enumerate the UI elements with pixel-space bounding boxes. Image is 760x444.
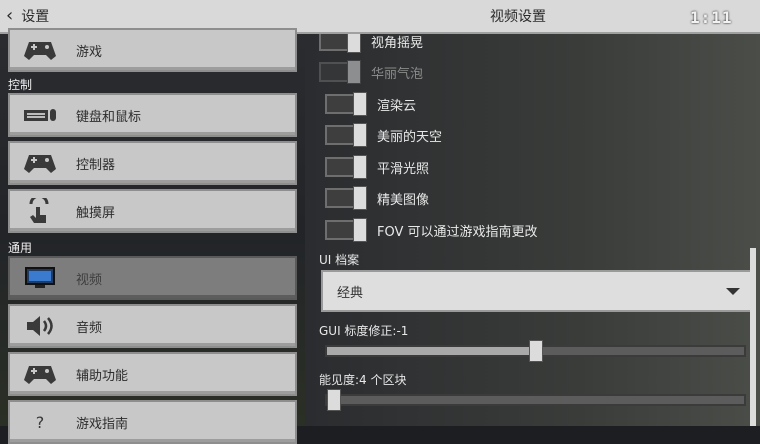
chevron-down-icon — [726, 288, 740, 295]
controller-icon — [20, 360, 60, 388]
sidebar-item-label: 游戏 — [76, 44, 103, 60]
toggle-fov[interactable] — [325, 218, 367, 242]
render-distance-slider[interactable] — [325, 389, 746, 411]
toggle-fancy-graphics[interactable] — [325, 186, 367, 210]
sidebar-item-label: 游戏指南 — [76, 416, 129, 432]
toggle-row-fancy-bubbles: 华丽气泡 — [319, 59, 423, 85]
toggle-render-clouds[interactable] — [325, 92, 367, 116]
toggle-label: 华丽气泡 — [371, 66, 424, 82]
ui-profile-value: 经典 — [337, 285, 364, 301]
toggle-fancy-bubbles — [319, 60, 361, 84]
controller-icon — [20, 36, 60, 64]
sidebar-item-label: 键盘和鼠标 — [76, 109, 142, 125]
page-title: 视频设置 — [490, 9, 546, 25]
gui-scale-fill — [327, 347, 536, 355]
ui-profile-dropdown[interactable]: 经典 — [321, 270, 752, 312]
ui-profile-label: UI 档案 — [319, 253, 360, 267]
toggle-smooth-lighting[interactable] — [325, 155, 367, 179]
gui-scale-thumb[interactable] — [529, 340, 543, 362]
toggle-label: 美丽的天空 — [377, 129, 443, 145]
chevron-left-icon: ‹ — [6, 5, 14, 26]
sidebar-item-touch[interactable]: 触摸屏 — [8, 189, 297, 233]
controller-icon — [20, 149, 60, 177]
clock-overlay: 1:11 — [690, 7, 733, 27]
sidebar-item-accessibility[interactable]: 辅助功能 — [8, 352, 297, 396]
video-settings-panel: 视角摇晃 华丽气泡 渲染云 美丽的天空 平滑光照 精美图像 FOV 可以通过游戏… — [305, 34, 760, 426]
sidebar: 游戏 控制 键盘和鼠标 控制器 触摸屏 通用 视频 音频 辅助功能 ? 游戏指南 — [0, 28, 305, 444]
sidebar-item-audio[interactable]: 音频 — [8, 304, 297, 348]
toggle-row-view-bobbing: 视角摇晃 — [319, 34, 423, 54]
gui-scale-label: GUI 标度修正:-1 — [319, 324, 409, 338]
keyboard-mouse-icon — [20, 101, 60, 129]
sidebar-item-label: 音频 — [76, 320, 103, 336]
monitor-icon — [20, 264, 60, 292]
sidebar-item-label: 控制器 — [76, 157, 116, 173]
section-label-general: 通用 — [8, 241, 33, 255]
touch-hand-icon — [20, 197, 60, 225]
toggle-label: FOV 可以通过游戏指南更改 — [377, 224, 538, 240]
question-icon: ? — [35, 412, 45, 432]
sidebar-item-game-guide[interactable]: ? 游戏指南 — [8, 400, 297, 444]
gui-scale-slider[interactable] — [325, 340, 746, 362]
speaker-icon — [20, 312, 60, 340]
scrollbar[interactable] — [750, 248, 756, 426]
toggle-label: 渲染云 — [377, 98, 417, 114]
section-label-controls: 控制 — [8, 78, 33, 92]
sidebar-item-keyboard-mouse[interactable]: 键盘和鼠标 — [8, 93, 297, 137]
render-distance-label: 能见度:4 个区块 — [319, 373, 407, 387]
toggle-row-render-clouds: 渲染云 — [325, 91, 416, 117]
toggle-row-fancy-graphics: 精美图像 — [325, 185, 429, 211]
toggle-label: 视角摇晃 — [371, 35, 424, 51]
toggle-row-smooth-lighting: 平滑光照 — [325, 154, 429, 180]
toggle-row-fov: FOV 可以通过游戏指南更改 — [325, 217, 538, 243]
toggle-label: 平滑光照 — [377, 161, 430, 177]
toggle-label: 精美图像 — [377, 192, 430, 208]
back-label: 设置 — [21, 9, 50, 25]
sidebar-item-label: 视频 — [76, 272, 103, 288]
sidebar-item-label: 辅助功能 — [76, 368, 129, 384]
toggle-view-bobbing[interactable] — [319, 34, 361, 53]
sidebar-item-video[interactable]: 视频 — [8, 256, 297, 300]
toggle-beautiful-skies[interactable] — [325, 123, 367, 147]
toggle-row-beautiful-skies: 美丽的天空 — [325, 122, 442, 148]
sidebar-item-game[interactable]: 游戏 — [8, 28, 297, 72]
sidebar-item-label: 触摸屏 — [76, 205, 116, 221]
render-distance-thumb[interactable] — [327, 389, 341, 411]
sidebar-item-controller[interactable]: 控制器 — [8, 141, 297, 185]
